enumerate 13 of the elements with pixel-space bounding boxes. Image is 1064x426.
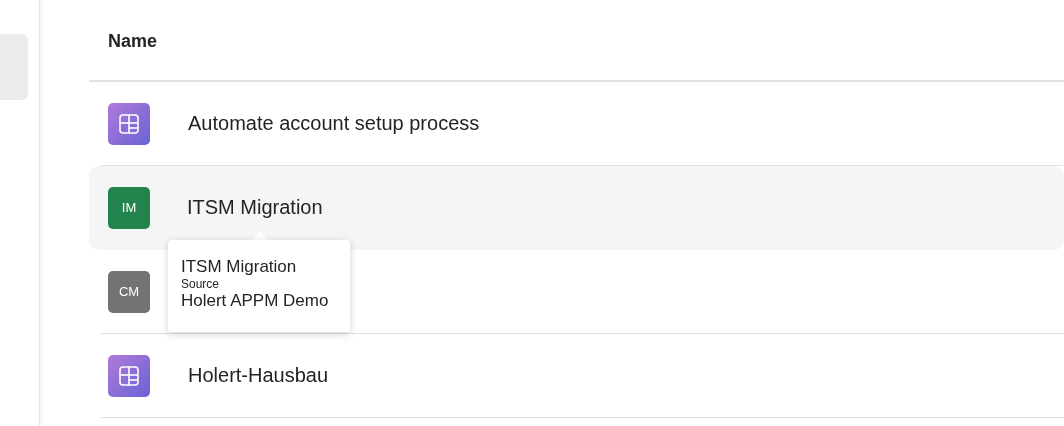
table-row[interactable]: Holert-Hausbau [101,334,1064,418]
item-name[interactable]: Holert-Hausbau [188,364,329,387]
item-name[interactable]: Automate account setup process [188,112,480,135]
source-value: Holert APPM Demo [181,291,330,311]
column-header[interactable]: Name [108,30,158,52]
app-tile-icon [108,102,150,145]
app-tile-icon [108,354,150,397]
highlighted-row[interactable]: IM ITSM Migration [89,166,1064,250]
initials-avatar: CM [108,270,150,313]
item-name[interactable]: ITSM Migration [187,196,323,219]
tooltip-title: ITSM Migration [181,257,298,277]
initials-avatar: IM [108,186,150,229]
source-label: Source [181,277,221,291]
